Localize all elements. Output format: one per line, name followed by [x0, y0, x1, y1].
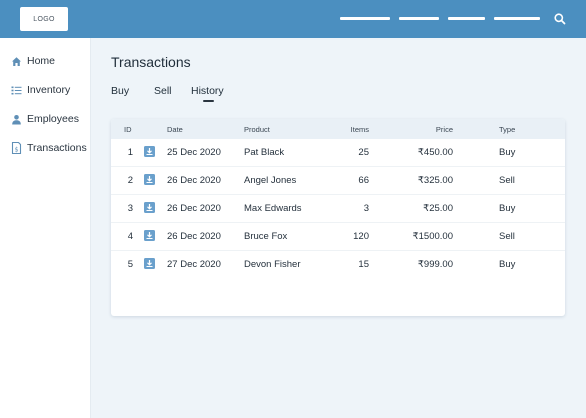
cell-date: 26 Dec 2020 — [167, 231, 221, 242]
main-content: Transactions Buy Sell History ID Date Pr… — [92, 38, 586, 418]
cell-price: ₹25.00 — [423, 203, 453, 214]
table-row[interactable]: 3 26 Dec 2020 Max Edwards 3 ₹25.00 Buy — [111, 195, 565, 223]
cell-items: 120 — [353, 231, 369, 242]
logo[interactable]: LOGO — [20, 7, 68, 31]
sidebar: Home Inventory Employees $ Transactions — [0, 38, 91, 418]
cell-items: 66 — [358, 175, 369, 186]
tab-buy[interactable]: Buy — [111, 85, 129, 97]
transactions-table: ID Date Product Items Price Type 1 25 De… — [111, 119, 565, 316]
nav-link-4[interactable] — [494, 17, 540, 20]
download-icon[interactable] — [144, 230, 155, 241]
column-header-items: Items — [350, 125, 369, 134]
sidebar-item-employees[interactable]: Employees — [0, 108, 91, 130]
column-header-type: Type — [499, 125, 516, 134]
sidebar-item-label: Inventory — [27, 84, 71, 96]
table-row[interactable]: 4 26 Dec 2020 Bruce Fox 120 ₹1500.00 Sel… — [111, 223, 565, 251]
cell-date: 26 Dec 2020 — [167, 175, 221, 186]
column-header-price: Price — [435, 125, 453, 134]
download-icon[interactable] — [144, 258, 155, 269]
list-icon — [11, 85, 22, 96]
cell-date: 26 Dec 2020 — [167, 203, 221, 214]
cell-items: 3 — [363, 203, 369, 214]
table-row[interactable]: 1 25 Dec 2020 Pat Black 25 ₹450.00 Buy — [111, 139, 565, 167]
table-row[interactable]: 2 26 Dec 2020 Angel Jones 66 ₹325.00 Sel… — [111, 167, 565, 195]
sidebar-item-label: Home — [27, 55, 56, 67]
nav-link-3[interactable] — [448, 17, 485, 20]
cell-type: Buy — [499, 147, 516, 158]
nav-link-2[interactable] — [399, 17, 439, 20]
cell-id: 2 — [127, 175, 133, 186]
cell-items: 15 — [358, 259, 369, 270]
cell-type: Buy — [499, 259, 516, 270]
cell-product: Max Edwards — [244, 203, 302, 214]
download-icon[interactable] — [144, 202, 155, 213]
svg-text:$: $ — [15, 146, 19, 153]
cell-date: 25 Dec 2020 — [167, 147, 221, 158]
download-icon[interactable] — [144, 146, 155, 157]
table-row[interactable]: 5 27 Dec 2020 Devon Fisher 15 ₹999.00 Bu… — [111, 251, 565, 279]
column-header-date: Date — [167, 125, 183, 134]
cell-type: Buy — [499, 203, 516, 214]
column-header-id: ID — [124, 125, 132, 134]
cell-price: ₹325.00 — [417, 175, 453, 186]
sidebar-item-inventory[interactable]: Inventory — [0, 79, 91, 101]
receipt-icon: $ — [11, 142, 22, 154]
cell-product: Angel Jones — [244, 175, 297, 186]
active-tab-indicator — [203, 100, 214, 102]
cell-price: ₹1500.00 — [412, 231, 453, 242]
cell-product: Pat Black — [244, 147, 285, 158]
top-bar: LOGO — [0, 0, 586, 38]
tab-history[interactable]: History — [191, 85, 224, 97]
user-icon — [11, 114, 22, 125]
cell-product: Bruce Fox — [244, 231, 288, 242]
tab-sell[interactable]: Sell — [154, 85, 172, 97]
cell-id: 5 — [127, 259, 133, 270]
cell-date: 27 Dec 2020 — [167, 259, 221, 270]
home-icon — [11, 56, 22, 67]
search-icon[interactable] — [553, 12, 567, 26]
sidebar-item-label: Employees — [27, 113, 79, 125]
sidebar-item-label: Transactions — [27, 142, 87, 154]
table-header: ID Date Product Items Price Type — [111, 119, 565, 139]
download-icon[interactable] — [144, 174, 155, 185]
cell-id: 1 — [127, 147, 133, 158]
page-title: Transactions — [111, 54, 191, 70]
sidebar-item-home[interactable]: Home — [0, 50, 91, 72]
column-header-product: Product — [244, 125, 270, 134]
cell-id: 3 — [127, 203, 133, 214]
cell-product: Devon Fisher — [244, 259, 301, 270]
sidebar-item-transactions[interactable]: $ Transactions — [0, 137, 91, 159]
cell-price: ₹450.00 — [417, 147, 453, 158]
cell-type: Sell — [499, 231, 515, 242]
nav-link-1[interactable] — [340, 17, 390, 20]
cell-items: 25 — [358, 147, 369, 158]
cell-type: Sell — [499, 175, 515, 186]
cell-price: ₹999.00 — [417, 259, 453, 270]
cell-id: 4 — [127, 231, 133, 242]
